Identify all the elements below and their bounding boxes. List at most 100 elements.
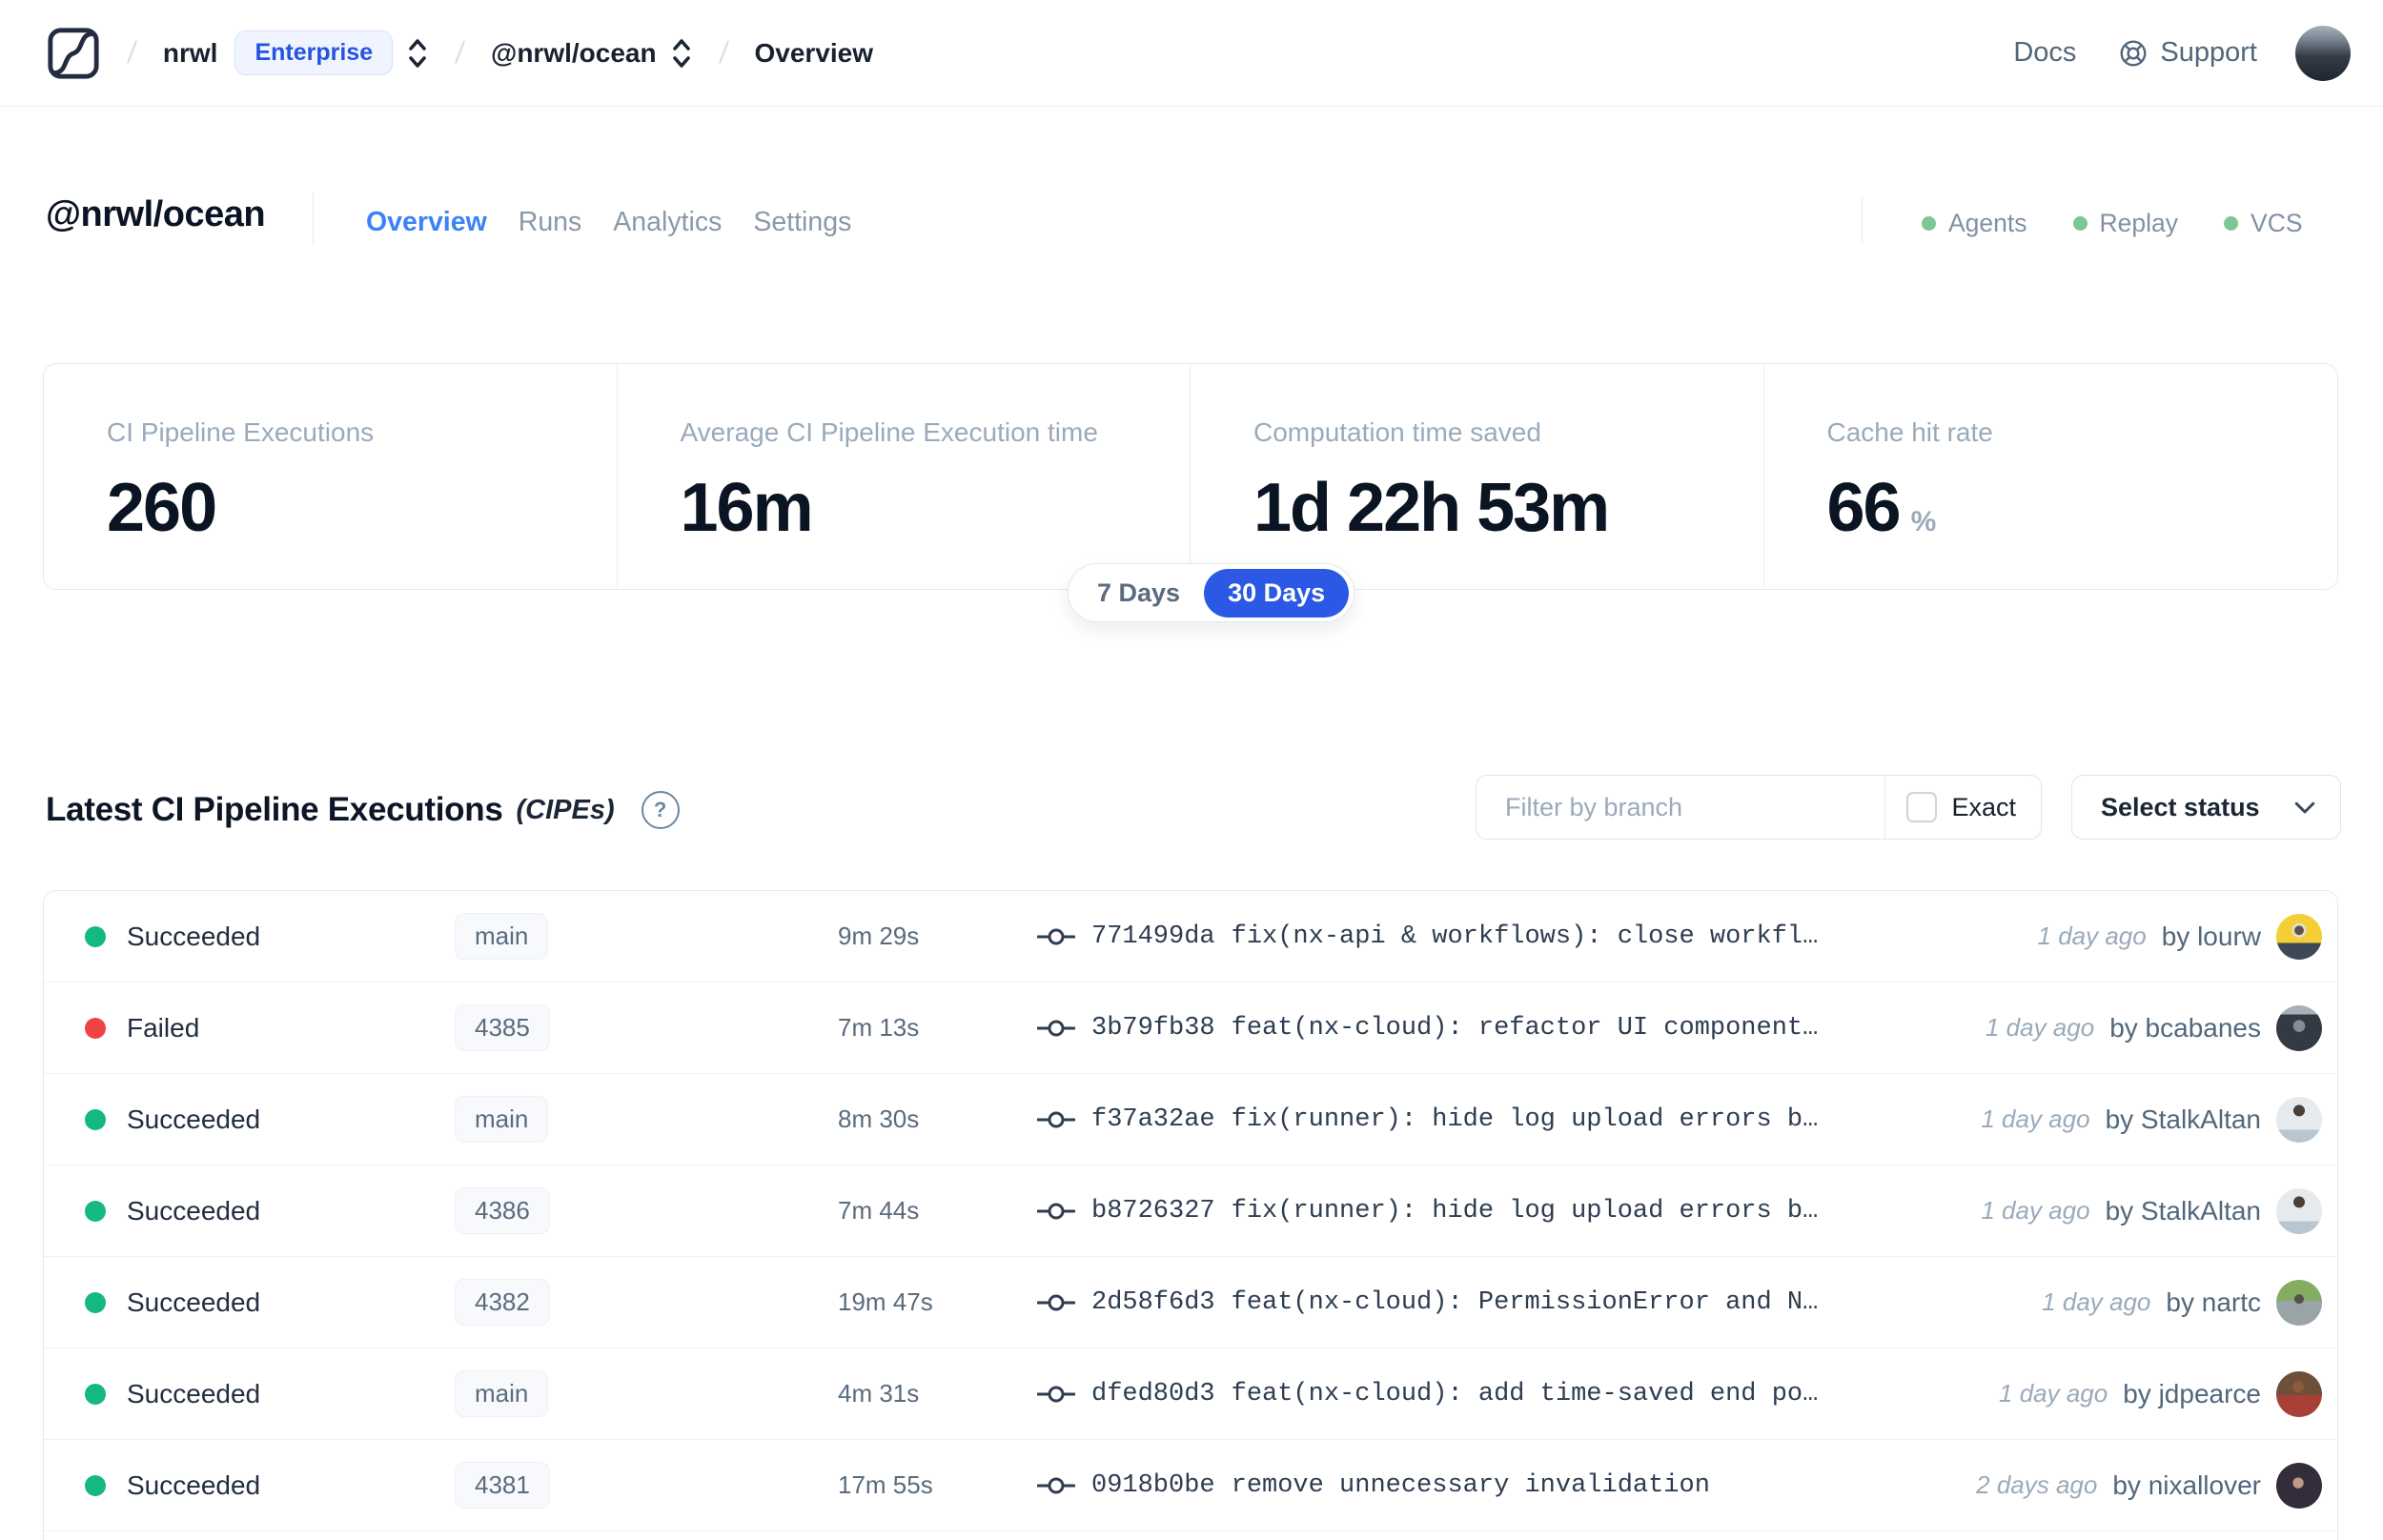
nx-cloud-overview-page: / nrwl Enterprise / @nrwl/ocean / Overvi…: [0, 0, 2383, 1540]
author: by nartc: [2166, 1287, 2261, 1317]
range-option[interactable]: 30 Days: [1204, 568, 1350, 618]
time-ago: 1 day ago: [1981, 1196, 2090, 1225]
stat-value: 260: [107, 470, 217, 546]
cipe-row[interactable]: Succeeded main 4m 31s dfed80d3 feat(nx-c…: [44, 1348, 2337, 1440]
tab[interactable]: Analytics: [613, 207, 722, 238]
status-label: Succeeded: [127, 1378, 261, 1408]
user-avatar[interactable]: [2295, 25, 2351, 81]
status-dot: [85, 1017, 106, 1039]
service-status-item[interactable]: VCS: [2224, 209, 2303, 238]
service-label: Replay: [2099, 209, 2179, 237]
commit-cell[interactable]: 3b79fb38 feat(nx-cloud): refactor UI com…: [1037, 1014, 1966, 1043]
commit-message: fix(runner): hide log upload errors b…: [1231, 1104, 1819, 1134]
avatar[interactable]: [2276, 1187, 2322, 1234]
divider: [313, 192, 314, 246]
avatar[interactable]: [2276, 1279, 2322, 1326]
git-commit-icon: [1037, 1291, 1075, 1314]
branch-badge: main: [455, 913, 549, 960]
commit-message: feat(nx-cloud): PermissionError and N…: [1231, 1287, 1819, 1317]
cipe-row[interactable]: Failed 4385 7m 13s 3b79fb38 feat(nx-clou…: [44, 983, 2337, 1074]
workspace-tabs: Overview Runs Analytics Settings: [366, 207, 851, 238]
status-label: Succeeded: [127, 921, 261, 951]
lifebuoy-icon: [2118, 38, 2149, 69]
breadcrumb-page: Overview: [754, 37, 874, 68]
stat-card: CI Pipeline Executions 260: [44, 364, 618, 589]
commit-hash: 771499da: [1091, 922, 1215, 951]
divider: [1862, 196, 1863, 244]
cipe-row[interactable]: Succeeded 4382 19m 47s 2d58f6d3 feat(nx-…: [44, 1257, 2337, 1348]
git-commit-icon: [1037, 1108, 1075, 1131]
workspace-switcher-icon[interactable]: [670, 36, 693, 71]
author: by jdpearce: [2123, 1378, 2261, 1408]
cipe-table: Succeeded main 9m 29s 771499da fix(nx-ap…: [43, 890, 2338, 1540]
time-ago: 2 days ago: [1976, 1470, 2098, 1499]
branch-filter-input[interactable]: [1477, 776, 1885, 839]
branch-badge: main: [455, 1096, 549, 1143]
service-label: Agents: [1948, 209, 2027, 237]
status-dot-icon: [1922, 216, 1936, 231]
tab[interactable]: Settings: [753, 207, 851, 238]
docs-link[interactable]: Docs: [2013, 37, 2076, 69]
status-label: Succeeded: [127, 1195, 261, 1226]
status-dot: [85, 1200, 106, 1222]
branch-filter-group: Exact: [1476, 775, 2042, 840]
avatar[interactable]: [2276, 1096, 2322, 1143]
exact-checkbox[interactable]: [1906, 792, 1938, 822]
commit-cell[interactable]: dfed80d3 feat(nx-cloud): add time-saved …: [1037, 1380, 1980, 1408]
avatar[interactable]: [2276, 1370, 2322, 1417]
commit-cell[interactable]: f37a32ae fix(runner): hide log upload er…: [1037, 1105, 1962, 1134]
stat-card: Average CI Pipeline Execution time 16m: [618, 364, 1191, 589]
branch-badge: 4381: [455, 1462, 550, 1509]
cipe-row[interactable]: Succeeded 4386 7m 44s b8726327 fix(runne…: [44, 1165, 2337, 1257]
cipes-section-header: Latest CI Pipeline Executions (CIPEs) ?: [46, 791, 680, 829]
commit-cell[interactable]: 0918b0be remove unnecessary invalidation: [1037, 1471, 1957, 1500]
exact-filter[interactable]: Exact: [1885, 776, 2041, 839]
avatar[interactable]: [2276, 1462, 2322, 1509]
author: by nixallover: [2112, 1469, 2261, 1500]
org-switcher-icon[interactable]: [406, 36, 429, 71]
duration: 8m 30s: [838, 1104, 920, 1133]
date-range-toggle: 7 Days 30 Days: [1068, 563, 1355, 622]
status-dot: [85, 1383, 106, 1405]
author: by StalkAltan: [2105, 1195, 2261, 1226]
support-label: Support: [2160, 37, 2257, 68]
avatar[interactable]: [2276, 1004, 2322, 1051]
cipe-row[interactable]: Succeeded 4381 17m 55s 0918b0be remove u…: [44, 1440, 2337, 1531]
help-icon[interactable]: ?: [641, 791, 680, 829]
stat-value: 1d 22h 53m: [1253, 470, 1610, 546]
nx-logo-icon[interactable]: [46, 26, 101, 81]
commit-message: fix(runner): hide log upload errors b…: [1231, 1196, 1819, 1226]
service-status-list: Agents Replay VCS: [1922, 209, 2303, 238]
support-link[interactable]: Support: [2118, 37, 2257, 69]
commit-hash: 2d58f6d3: [1091, 1287, 1215, 1317]
author: by lourw: [2161, 921, 2261, 951]
time-ago: 1 day ago: [1985, 1013, 2095, 1042]
cipe-row[interactable]: Succeeded main 8m 30s f37a32ae fix(runne…: [44, 1074, 2337, 1165]
stat-card: Cache hit rate 66 %: [1764, 364, 2338, 589]
stat-value: 16m: [680, 470, 814, 546]
cipe-row[interactable]: Succeeded main 9m 29s 771499da fix(nx-ap…: [44, 891, 2337, 983]
author: by bcabanes: [2109, 1012, 2261, 1043]
commit-cell[interactable]: 771499da fix(nx-api & workflows): close …: [1037, 922, 2019, 951]
git-commit-icon: [1037, 1200, 1075, 1223]
duration: 7m 44s: [838, 1196, 920, 1225]
avatar[interactable]: [2276, 913, 2322, 960]
commit-cell[interactable]: b8726327 fix(runner): hide log upload er…: [1037, 1197, 1962, 1226]
git-commit-icon: [1037, 1474, 1075, 1497]
status-label: Succeeded: [127, 1287, 261, 1317]
tab[interactable]: Runs: [519, 207, 582, 238]
tab[interactable]: Overview: [366, 207, 487, 238]
breadcrumb-org[interactable]: nrwl: [163, 38, 218, 69]
status-select-button[interactable]: Select status: [2071, 775, 2341, 840]
range-option[interactable]: 7 Days: [1073, 569, 1204, 618]
exact-label: Exact: [1951, 792, 2016, 821]
service-status-item[interactable]: Agents: [1922, 209, 2027, 238]
duration: 19m 47s: [838, 1287, 933, 1316]
service-status-item[interactable]: Replay: [2072, 209, 2179, 238]
author: by StalkAltan: [2105, 1104, 2261, 1134]
section-title: Latest CI Pipeline Executions: [46, 791, 503, 828]
commit-cell[interactable]: 2d58f6d3 feat(nx-cloud): PermissionError…: [1037, 1288, 2023, 1317]
commit-message: feat(nx-cloud): add time-saved end po…: [1231, 1379, 1819, 1408]
status-dot: [85, 1474, 106, 1496]
breadcrumb-workspace[interactable]: @nrwl/ocean: [491, 38, 657, 69]
